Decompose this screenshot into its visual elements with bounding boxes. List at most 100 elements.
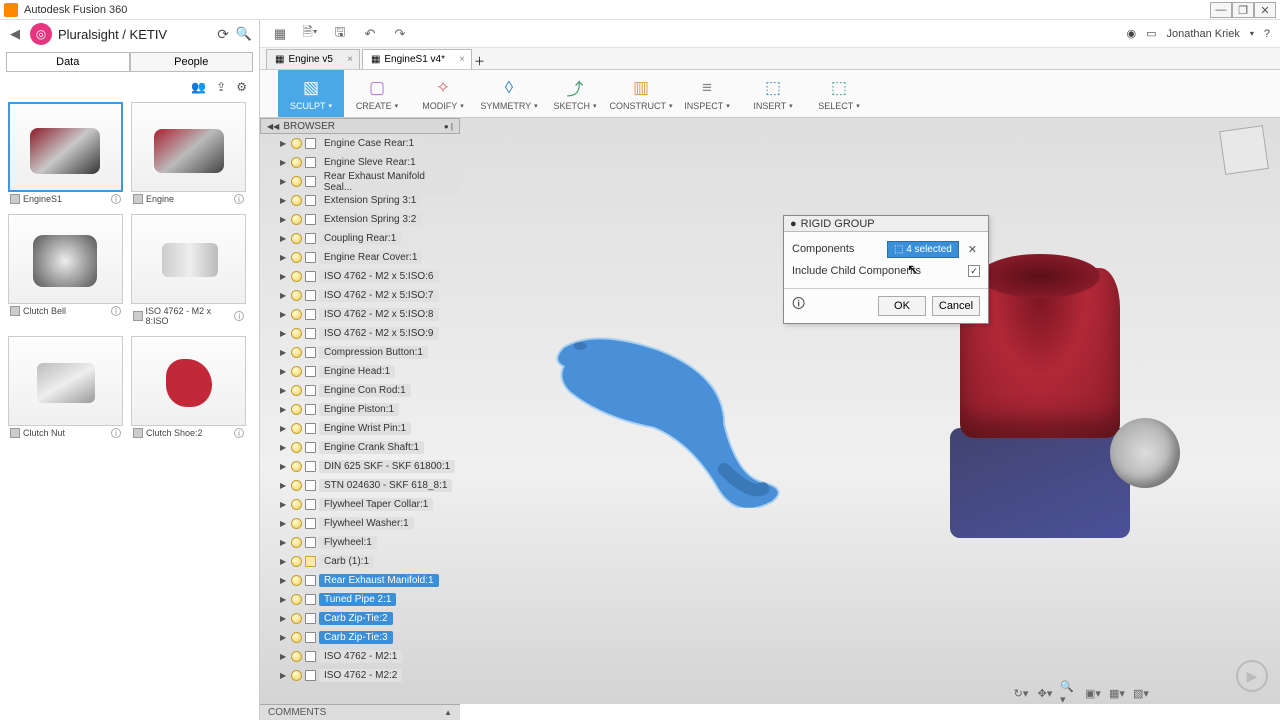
visibility-icon[interactable] (291, 328, 302, 339)
ribbon-inspect[interactable]: ≡INSPECT (674, 70, 740, 117)
tree-item[interactable]: ▶Engine Case Rear:1 (260, 134, 460, 153)
info-icon[interactable]: i (111, 306, 121, 316)
visibility-icon[interactable] (291, 594, 302, 605)
pan-icon[interactable]: ✥▾ (1036, 685, 1054, 701)
visibility-icon[interactable] (291, 233, 302, 244)
include-children-checkbox[interactable]: ✓ (968, 265, 980, 277)
orbit-icon[interactable]: ↻▾ (1012, 685, 1030, 701)
breadcrumb[interactable]: Pluralsight / KETIV (58, 27, 167, 42)
fit-icon[interactable]: ▣▾ (1084, 685, 1102, 701)
tree-item[interactable]: ▶ISO 4762 - M2 x 5:ISO:8 (260, 305, 460, 324)
visibility-icon[interactable] (291, 556, 302, 567)
tree-item[interactable]: ▶Coupling Rear:1 (260, 229, 460, 248)
tree-item[interactable]: ▶Compression Button:1 (260, 343, 460, 362)
tree-item[interactable]: ▶Carb Zip-Tie:3 (260, 628, 460, 647)
expand-icon[interactable]: ▶ (280, 614, 288, 623)
undo-icon[interactable]: ↶ (360, 24, 380, 44)
chat-icon[interactable]: ▭ (1146, 27, 1156, 40)
expand-icon[interactable]: ▶ (280, 443, 288, 452)
expand-icon[interactable]: ▶ (280, 272, 288, 281)
visibility-icon[interactable] (291, 480, 302, 491)
expand-icon[interactable]: ▶ (280, 367, 288, 376)
components-selected-chip[interactable]: ⬚ 4 selected (887, 241, 959, 258)
tree-item[interactable]: ▶ISO 4762 - M2 x 5:ISO:7 (260, 286, 460, 305)
ribbon-create[interactable]: ▢CREATE (344, 70, 410, 117)
expand-icon[interactable]: ▶ (280, 386, 288, 395)
render-icon[interactable]: ▧▾ (1132, 685, 1150, 701)
comments-bar[interactable]: COMMENTS▲ (260, 704, 460, 720)
info-icon[interactable]: i (234, 311, 244, 321)
tree-item[interactable]: ▶Flywheel:1 (260, 533, 460, 552)
expand-icon[interactable]: ▶ (280, 234, 288, 243)
visibility-icon[interactable] (291, 271, 302, 282)
visibility-icon[interactable] (291, 138, 302, 149)
tree-item[interactable]: ▶Rear Exhaust Manifold Seal... (260, 172, 460, 191)
visibility-icon[interactable] (291, 176, 302, 187)
visibility-icon[interactable] (291, 404, 302, 415)
users-icon[interactable]: 👥 (191, 80, 206, 94)
expand-icon[interactable]: ▶ (280, 215, 288, 224)
close-icon[interactable]: × (459, 54, 465, 65)
info-icon[interactable]: i (111, 194, 121, 204)
viewcube[interactable] (1219, 125, 1269, 175)
upload-icon[interactable]: ⇪ (216, 80, 226, 94)
visibility-icon[interactable] (291, 385, 302, 396)
ribbon-symmetry[interactable]: ◊SYMMETRY (476, 70, 542, 117)
file-icon[interactable]: 🗎▾ (300, 24, 320, 44)
expand-icon[interactable]: ▶ (280, 576, 288, 585)
cancel-button[interactable]: Cancel (932, 296, 980, 316)
visibility-icon[interactable] (291, 366, 302, 377)
gear-icon[interactable]: ⚙ (236, 80, 247, 94)
expand-icon[interactable]: ▶ (280, 158, 288, 167)
expand-icon[interactable]: ▶ (280, 291, 288, 300)
refresh-icon[interactable]: ⟳ (217, 26, 229, 43)
expand-icon[interactable]: ▶ (280, 671, 288, 680)
info-icon[interactable]: i (234, 428, 244, 438)
minimize-button[interactable]: — (1210, 2, 1232, 18)
ribbon-insert[interactable]: ⬚INSERT (740, 70, 806, 117)
visibility-icon[interactable] (291, 499, 302, 510)
tree-item[interactable]: ▶Engine Rear Cover:1 (260, 248, 460, 267)
thumb-iso4762[interactable]: ISO 4762 - M2 x 8:ISOi (131, 214, 246, 328)
tree-item[interactable]: ▶ISO 4762 - M2 x 5:ISO:6 (260, 267, 460, 286)
display-icon[interactable]: ▦▾ (1108, 685, 1126, 701)
visibility-icon[interactable] (291, 195, 302, 206)
maximize-button[interactable]: ❐ (1232, 2, 1254, 18)
zoom-icon[interactable]: 🔍▾ (1060, 685, 1078, 701)
tree-item[interactable]: ▶Engine Head:1 (260, 362, 460, 381)
visibility-icon[interactable] (291, 290, 302, 301)
expand-icon[interactable]: ▶ (280, 462, 288, 471)
tree-item[interactable]: ▶Flywheel Taper Collar:1 (260, 495, 460, 514)
visibility-icon[interactable] (291, 632, 302, 643)
expand-icon[interactable]: ▶ (280, 424, 288, 433)
tree-item[interactable]: ▶Engine Con Rod:1 (260, 381, 460, 400)
tree-item[interactable]: ▶DIN 625 SKF - SKF 61800:1 (260, 457, 460, 476)
visibility-icon[interactable] (291, 461, 302, 472)
visibility-icon[interactable] (291, 423, 302, 434)
tree-item[interactable]: ▶ISO 4762 - M2:1 (260, 647, 460, 666)
tree-item[interactable]: ▶Carb (1):1 (260, 552, 460, 571)
tree-item[interactable]: ▶Tuned Pipe 2:1 (260, 590, 460, 609)
browser-header[interactable]: ◀◀ BROWSER ● | (260, 118, 460, 134)
close-icon[interactable]: × (347, 54, 353, 65)
tree-item[interactable]: ▶Extension Spring 3:1 (260, 191, 460, 210)
filetab-engines1[interactable]: ▦EngineS1 v4*× (362, 49, 472, 69)
visibility-icon[interactable] (291, 157, 302, 168)
expand-icon[interactable]: ▶ (280, 405, 288, 414)
expand-icon[interactable]: ▶ (280, 310, 288, 319)
record-icon[interactable]: ◉ (1126, 27, 1136, 40)
browser-settings-icon[interactable]: ● | (444, 122, 453, 131)
tab-people[interactable]: People (130, 52, 254, 72)
tree-item[interactable]: ▶Extension Spring 3:2 (260, 210, 460, 229)
ribbon-construct[interactable]: ▥CONSTRUCT (608, 70, 674, 117)
expand-icon[interactable]: ▶ (280, 538, 288, 547)
expand-icon[interactable]: ▶ (280, 177, 288, 186)
tree-item[interactable]: ▶Engine Wrist Pin:1 (260, 419, 460, 438)
tree-item[interactable]: ▶Flywheel Washer:1 (260, 514, 460, 533)
ok-button[interactable]: OK (878, 296, 926, 316)
tree-item[interactable]: ▶ISO 4762 - M2 x 5:ISO:9 (260, 324, 460, 343)
tree-item[interactable]: ▶Engine Piston:1 (260, 400, 460, 419)
tab-data[interactable]: Data (6, 52, 130, 72)
expand-icon[interactable]: ▶ (280, 139, 288, 148)
expand-icon[interactable]: ▶ (280, 557, 288, 566)
